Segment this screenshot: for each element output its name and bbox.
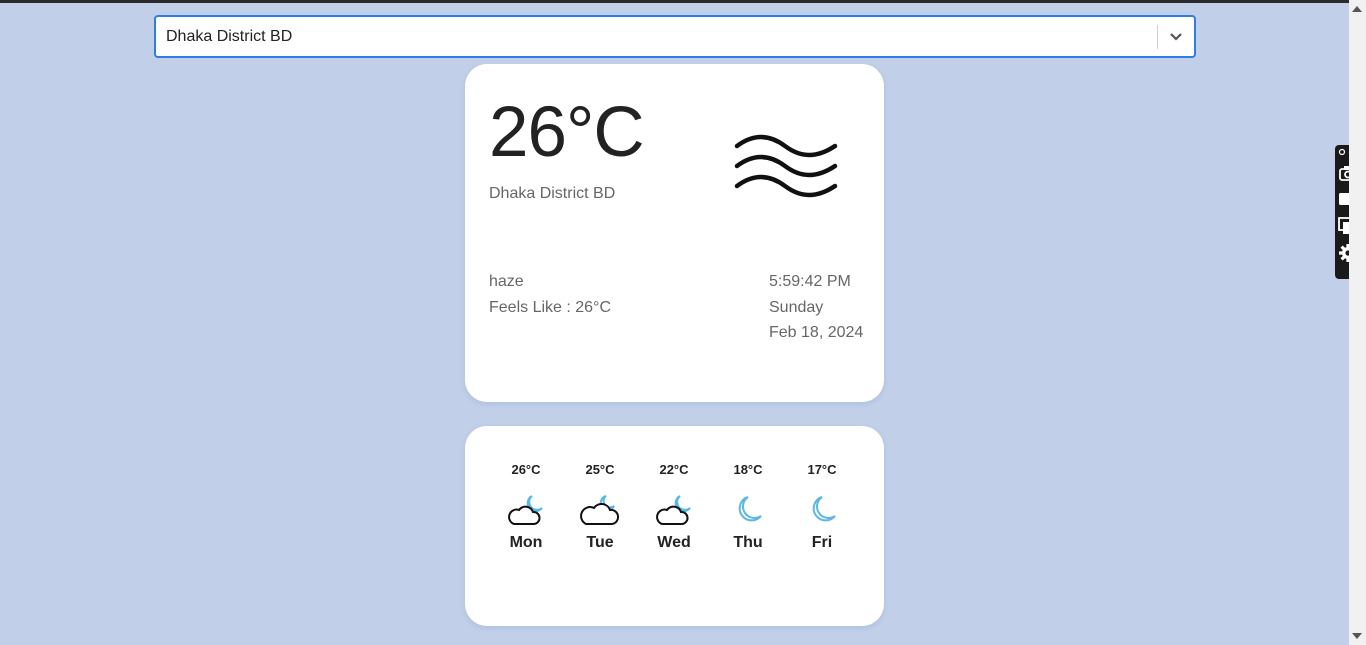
forecast-card: 26°C Mon 25°C Tue 22°C Wed 18°C Thu 17°C… (465, 426, 884, 626)
current-time: 5:59:42 PM (769, 273, 851, 290)
cloudy-night-icon (644, 492, 704, 532)
forecast-temp: 25°C (585, 462, 615, 477)
forecast-day: 25°C Tue (570, 462, 630, 552)
moon-icon (718, 492, 778, 532)
forecast-day: 18°C Thu (718, 462, 778, 552)
moon-icon (792, 492, 852, 532)
browser-top-edge (0, 0, 1366, 3)
current-weekday: Sunday (769, 299, 824, 316)
forecast-temp: 17°C (807, 462, 837, 477)
forecast-day-name: Mon (509, 534, 543, 551)
forecast-day: 22°C Wed (644, 462, 704, 552)
forecast-day-name: Wed (657, 534, 691, 551)
feels-like: Feels Like : 26°C (489, 299, 612, 316)
city-search-value[interactable]: Dhaka District BD (156, 28, 1157, 46)
vertical-scrollbar[interactable] (1349, 0, 1366, 645)
chevron-down-icon[interactable] (1158, 17, 1194, 56)
scroll-down-arrow-icon[interactable] (1352, 633, 1362, 639)
scroll-up-arrow-icon[interactable] (1352, 6, 1362, 12)
cloudy-night-icon (570, 492, 630, 532)
weather-condition: haze (489, 273, 524, 290)
forecast-temp: 26°C (511, 462, 541, 477)
haze-icon (733, 132, 839, 207)
current-location: Dhaka District BD (489, 185, 616, 202)
current-weather-card: 26°C Dhaka District BD haze Feels Like :… (465, 64, 884, 402)
forecast-temp: 18°C (733, 462, 763, 477)
forecast-temp: 22°C (659, 462, 689, 477)
forecast-day: 26°C Mon (496, 462, 556, 552)
forecast-day-name: Thu (733, 534, 763, 551)
cloudy-night-icon (496, 492, 556, 532)
current-date: Feb 18, 2024 (769, 324, 864, 341)
current-temperature: 26°C (489, 93, 645, 172)
city-search-select[interactable]: Dhaka District BD (154, 15, 1196, 58)
forecast-day-name: Fri (811, 534, 833, 551)
forecast-day: 17°C Fri (792, 462, 852, 552)
forecast-day-name: Tue (586, 534, 614, 551)
